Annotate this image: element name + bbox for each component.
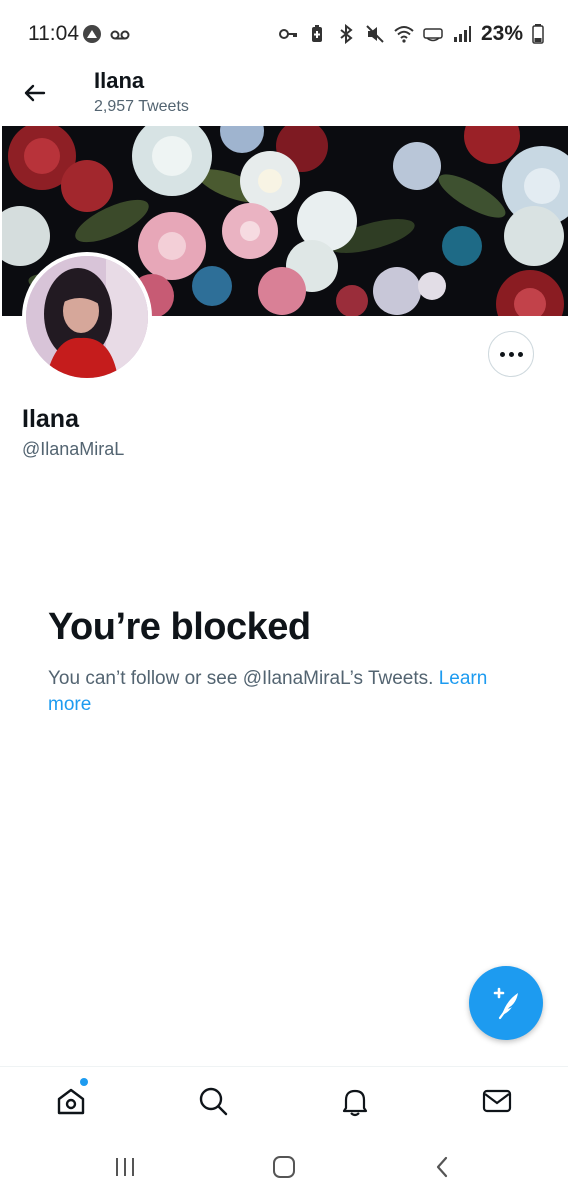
profile-name: Ilana [22, 405, 79, 433]
back-nav-icon [436, 1156, 448, 1178]
home-icon [57, 1088, 85, 1115]
tab-home[interactable] [51, 1081, 91, 1121]
recents-icon [116, 1158, 134, 1176]
search-icon [199, 1087, 228, 1116]
status-right-icons: 23% [278, 22, 544, 46]
back-button[interactable] [20, 78, 50, 108]
more-options-button[interactable] [488, 331, 534, 377]
mute-icon [366, 25, 384, 43]
arrow-left-icon [24, 84, 46, 102]
more-icon [499, 351, 523, 357]
blocked-message-text: You can’t follow or see @IlanaMiraL’s Tw… [48, 668, 434, 689]
recents-button[interactable] [105, 1152, 145, 1182]
status-time: 11:04 [28, 22, 79, 45]
notifications-icon [342, 1089, 368, 1117]
tab-notifications[interactable] [335, 1081, 375, 1121]
home-nav-button[interactable] [264, 1152, 304, 1182]
wifi-icon [394, 26, 414, 43]
home-nav-icon [273, 1156, 295, 1178]
compose-tweet-button[interactable] [469, 966, 543, 1040]
volte-icon [423, 28, 443, 42]
battery-icon [532, 24, 544, 44]
bluetooth-icon [340, 24, 353, 44]
back-nav-button[interactable] [423, 1152, 463, 1182]
status-bar: 11:04 23% [0, 0, 568, 68]
signal-icon [453, 26, 471, 42]
tweet-count: 2,957 Tweets [94, 98, 189, 115]
header-title: Ilana [94, 68, 145, 93]
messages-icon [482, 1089, 512, 1113]
profile-header: Ilana 2,957 Tweets [0, 68, 568, 126]
system-navigation-bar [0, 1134, 568, 1200]
battery-percent: 23% [480, 22, 523, 45]
status-left-icons [82, 24, 130, 44]
blocked-title: You’re blocked [48, 606, 311, 648]
voicemail-icon [110, 30, 130, 40]
avatar-photo [26, 256, 148, 378]
profile-handle: @IlanaMiraL [22, 439, 125, 459]
new-content-indicator [80, 1078, 88, 1086]
battery-saver-icon [311, 25, 322, 42]
compose-feather-icon [493, 987, 518, 1020]
tab-search[interactable] [193, 1081, 233, 1121]
blocked-message: You can’t follow or see @IlanaMiraL’s Tw… [48, 666, 518, 718]
vpn-key-icon [278, 29, 297, 39]
tab-messages[interactable] [477, 1081, 517, 1121]
profile-avatar[interactable] [22, 252, 152, 382]
bottom-tab-bar [0, 1066, 568, 1135]
app-notification-icon [83, 25, 101, 43]
